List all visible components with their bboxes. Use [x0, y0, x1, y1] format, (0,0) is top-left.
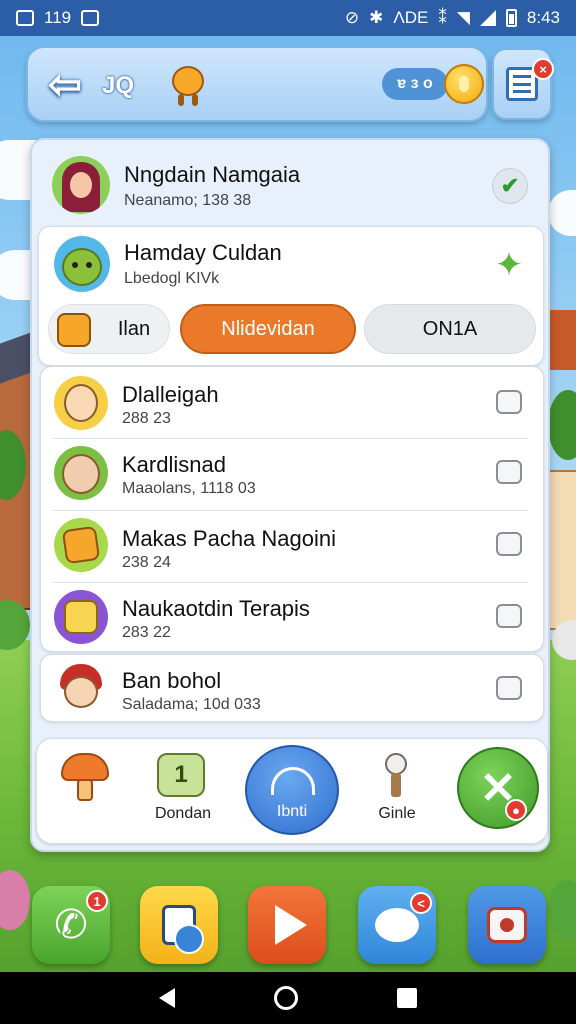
tab-label: Nlidevidan	[221, 317, 315, 340]
contact-sub: 238 24	[122, 554, 171, 571]
top-bar: ⇦ JQ ɐ ɜ o	[26, 46, 488, 122]
dock-badge: 1	[86, 890, 108, 912]
play-icon	[275, 905, 307, 945]
select-checkbox[interactable]	[496, 460, 522, 484]
nav-recents-icon[interactable]	[396, 988, 417, 1008]
bluetooth-icon: ✱	[369, 8, 384, 27]
check-icon[interactable]: ✔	[492, 168, 528, 204]
select-checkbox[interactable]	[496, 532, 522, 556]
nav-back-icon[interactable]	[159, 988, 176, 1008]
navigation-bar	[0, 972, 576, 1024]
alarm-icon: ⊘	[344, 8, 360, 27]
dock-chat[interactable]: <	[358, 886, 436, 964]
roof-right	[546, 310, 576, 370]
castle-icon	[271, 767, 315, 795]
avatar	[54, 376, 108, 430]
divider	[52, 582, 528, 583]
avatar	[54, 590, 108, 644]
tools-badge: ●	[505, 799, 527, 821]
contact-name: Dlalleigah	[122, 382, 219, 407]
contact-name: Naukaotdin Terapis	[122, 596, 310, 621]
header-title: JQ	[102, 72, 135, 99]
action-label-ginle: Ginle	[378, 805, 416, 822]
menu-badge: ×	[532, 58, 554, 80]
camera-icon	[487, 907, 527, 943]
back-arrow-icon: ⇦	[48, 63, 82, 107]
phone-icon: ✆	[54, 903, 88, 947]
contact-sub: Neanamo; 138 38	[124, 192, 252, 209]
action-bar: 1 Dondan Ibnti Ginle ✕ ●	[36, 738, 548, 844]
contact-sub: 288 23	[122, 410, 171, 427]
tab-label: Ilan	[117, 317, 151, 340]
coin-counter: ɐ ɜ o	[382, 68, 448, 100]
star-icon[interactable]: ✦	[492, 246, 526, 284]
menu-button[interactable]: ×	[492, 48, 554, 120]
divider	[52, 438, 528, 439]
avatar	[54, 660, 108, 714]
tab-label: ON1A	[422, 317, 478, 340]
avatar	[54, 518, 108, 572]
contact-sub: 283 22	[122, 624, 171, 641]
tab-nlidevidan[interactable]: Nlidevidan	[180, 304, 356, 354]
select-checkbox[interactable]	[496, 604, 522, 628]
list-item[interactable]	[40, 654, 544, 722]
contact-name: Nngdain Namgaia	[124, 162, 301, 187]
dock-phone[interactable]: ✆ 1	[32, 886, 110, 964]
contact-name: Ban bohol	[122, 668, 222, 693]
select-checkbox[interactable]	[496, 390, 522, 414]
gallery-sub-icon	[174, 924, 204, 954]
coin-icon[interactable]	[444, 64, 484, 104]
home-action-button[interactable]: Ibnti	[245, 745, 339, 835]
back-button[interactable]: ⇦	[42, 62, 88, 108]
avatar	[54, 446, 108, 500]
contact-name: Hamday Culdan	[124, 240, 282, 265]
contact-name: Makas Pacha Nagoini	[122, 526, 337, 551]
nav-home-icon[interactable]	[273, 986, 298, 1010]
battery-icon	[505, 9, 517, 27]
avatar	[54, 236, 110, 292]
status-clock: 8:43	[526, 8, 560, 27]
tab-ilan[interactable]: Ilan	[48, 304, 170, 354]
dock-camera[interactable]	[468, 886, 546, 964]
dock-gallery[interactable]	[140, 886, 218, 964]
contacts-panel: Nngdain Namgaia Neanamo; 138 38 ✔ Hamday…	[30, 138, 550, 852]
tab-row: Ilan Nlidevidan ON1A	[48, 304, 536, 354]
contact-sub: Lbedogl KIVk	[124, 270, 220, 287]
signal-icon	[479, 10, 496, 26]
action-label-dondan: Dondan	[154, 805, 212, 822]
dock-badge: <	[410, 892, 432, 914]
chat-icon	[375, 908, 419, 942]
tools-action-button[interactable]: ✕ ●	[457, 747, 539, 829]
wifi-icon: ◥	[456, 8, 470, 27]
microphone-icon[interactable]	[383, 753, 409, 799]
contact-sub: Saladama; 10d 033	[122, 696, 261, 713]
network-type: ΛDΕ	[393, 8, 429, 27]
tab-on1a[interactable]: ON1A	[364, 304, 536, 354]
status-bar: 119 ⊘ ✱ ΛDΕ ⁑ ◥ 8:43	[0, 0, 576, 36]
mascot-icon	[168, 60, 208, 108]
contact-name: Kardlisnad	[122, 452, 226, 477]
mushroom-icon[interactable]	[57, 749, 113, 805]
vibrate-icon: ⁑	[438, 8, 447, 27]
action-label-ibnti: Ibnti	[276, 803, 308, 820]
select-checkbox[interactable]	[496, 676, 522, 700]
app-notification-icon	[81, 10, 100, 26]
divider	[52, 510, 528, 511]
status-time-left: 119	[44, 8, 72, 27]
dock-play[interactable]	[248, 886, 326, 964]
level-icon[interactable]: 1	[157, 753, 205, 797]
gallery-notification-icon	[16, 10, 34, 26]
avatar	[52, 156, 110, 214]
house-right	[546, 470, 576, 630]
character-icon	[57, 313, 91, 347]
contact-sub: Maaolans, 1118 03	[122, 480, 256, 497]
